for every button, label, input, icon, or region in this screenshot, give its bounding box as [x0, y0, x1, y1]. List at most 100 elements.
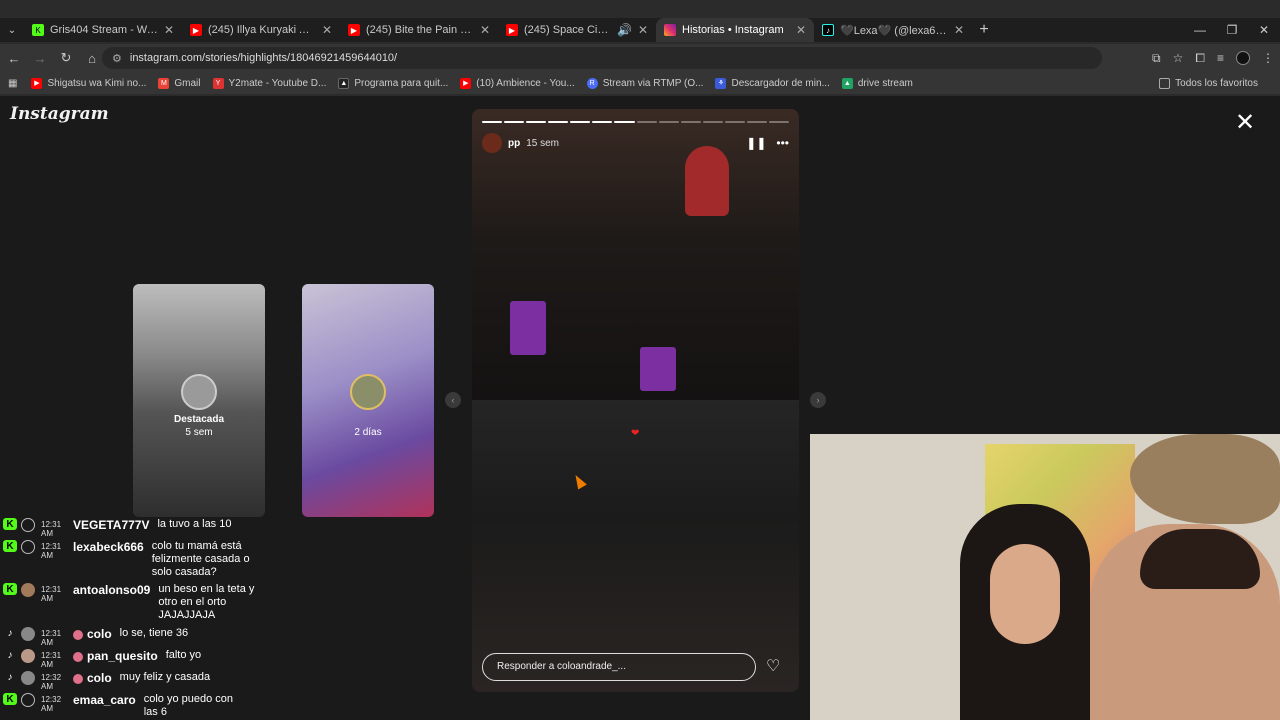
- reload-icon[interactable]: ↻: [54, 50, 78, 66]
- tab-search-chevron-icon[interactable]: ⌄: [0, 25, 24, 36]
- youtube-icon: ▶: [190, 24, 202, 36]
- progress-segment: [702, 121, 723, 123]
- chat-username: emaa_caro: [73, 693, 136, 707]
- bookmark-item[interactable]: Y Y2mate - Youtube D...: [212, 77, 327, 89]
- media-control-icon[interactable]: ≡: [1217, 51, 1224, 65]
- extensions-icon[interactable]: ⧠: [1195, 51, 1205, 66]
- chat-time: 12:31 AM: [41, 629, 62, 647]
- tab-instagram[interactable]: Historias • Instagram ✕: [656, 18, 814, 42]
- highlight-thumbnail-destacada[interactable]: Destacada 5 sem: [133, 284, 265, 517]
- close-tab-icon[interactable]: ✕: [638, 23, 648, 37]
- tab-youtube-space-city[interactable]: ▶ (245) Space City - Cosmic I 🔊 ✕: [498, 18, 656, 42]
- reply-input[interactable]: Responder a coloandrade_...: [482, 653, 756, 681]
- tab-youtube-illya[interactable]: ▶ (245) Illya Kuryaki And The Valdi ✕: [182, 18, 340, 42]
- tab-title: Historias • Instagram: [682, 24, 784, 36]
- bookmark-label: Y2mate - Youtube D...: [228, 77, 327, 89]
- browser-chrome: ⌄ K Gris404 Stream - Watch Live on ✕ ▶ (…: [0, 0, 1280, 96]
- story-username[interactable]: pp: [508, 138, 520, 149]
- tab-tiktok[interactable]: ♪ 🖤Lexa🖤 (@lexa666_) | TikTok ✕: [814, 18, 972, 42]
- tab-title: 🖤Lexa🖤 (@lexa666_) | TikTok: [840, 24, 948, 37]
- youtube-icon: ▶: [31, 77, 43, 89]
- tab-title: (245) Space City - Cosmic I: [524, 24, 611, 36]
- progress-segment: [482, 121, 503, 123]
- next-story-arrow-icon[interactable]: ›: [810, 392, 826, 408]
- minimize-icon[interactable]: —: [1184, 18, 1216, 42]
- back-arrow-icon[interactable]: ←: [2, 51, 26, 66]
- bookmark-item[interactable]: ⚘ Descargador de min...: [715, 77, 830, 89]
- youtube-icon: ▶: [460, 77, 472, 89]
- like-heart-icon[interactable]: ♡: [766, 656, 780, 676]
- bookmark-item[interactable]: M Gmail: [158, 77, 201, 89]
- tiktok-icon: ♪: [7, 627, 13, 639]
- close-tab-icon[interactable]: ✕: [480, 23, 490, 37]
- tab-kick-stream[interactable]: K Gris404 Stream - Watch Live on ✕: [24, 18, 182, 42]
- bookmark-item[interactable]: ▶ Shigatsu wa Kimi no...: [31, 77, 147, 89]
- speaker-icon[interactable]: 🔊: [617, 23, 632, 37]
- maximize-icon[interactable]: ❐: [1216, 18, 1248, 42]
- triangle-logo-icon: ▲: [338, 77, 350, 89]
- close-stories-icon[interactable]: ✕: [1235, 108, 1255, 137]
- folder-icon: [1159, 77, 1171, 89]
- heart-sticker-icon: ❤: [631, 428, 640, 439]
- install-app-icon[interactable]: ⧉: [1152, 51, 1161, 66]
- toolbar-actions: ⧉ ☆ ⧠ ≡ ⋮: [1152, 44, 1274, 72]
- kick-icon: K: [32, 24, 44, 36]
- y2mate-icon: Y: [212, 77, 224, 89]
- window-controls: — ❐ ✕: [1184, 18, 1280, 42]
- progress-segment: [724, 121, 745, 123]
- progress-segment: [548, 121, 569, 123]
- close-tab-icon[interactable]: ✕: [164, 23, 174, 37]
- chat-message: K 12:31 AM VEGETA777V la tuvo a las 10: [0, 518, 307, 538]
- bookmark-label: drive stream: [857, 77, 913, 89]
- highlight-thumbnail-2[interactable]: 2 días: [302, 284, 434, 517]
- apps-grid-icon[interactable]: ▦: [8, 78, 17, 89]
- instagram-logo[interactable]: Instagram: [10, 104, 109, 124]
- bookmark-item[interactable]: R Stream via RTMP (O...: [586, 77, 704, 89]
- all-bookmarks-folder[interactable]: Todos los favoritos: [1159, 77, 1258, 89]
- kick-icon: K: [3, 693, 17, 705]
- progress-segment: [680, 121, 701, 123]
- chat-text: muy feliz y casada: [119, 671, 211, 683]
- site-info-icon[interactable]: ⚙: [112, 52, 122, 65]
- close-tab-icon[interactable]: ✕: [322, 23, 332, 37]
- bookmark-item[interactable]: ▲ drive stream: [841, 77, 913, 89]
- purple-cup: [640, 347, 676, 391]
- close-tab-icon[interactable]: ✕: [954, 23, 964, 37]
- more-options-icon[interactable]: •••: [776, 136, 789, 150]
- bookmark-label: (10) Ambience - You...: [476, 77, 575, 89]
- progress-segment: [769, 121, 790, 123]
- story-user-avatar[interactable]: [482, 133, 502, 153]
- face-left: [990, 544, 1060, 644]
- chat-time: 12:31 AM: [41, 542, 62, 560]
- bookmark-label: Shigatsu wa Kimi no...: [47, 77, 147, 89]
- bookmark-item[interactable]: ▲ Programa para quit...: [338, 77, 448, 89]
- purple-cup: [510, 301, 546, 355]
- restream-icon: R: [586, 77, 598, 89]
- menu-kebab-icon[interactable]: ⋮: [1262, 51, 1274, 65]
- tab-youtube-bite[interactable]: ▶ (245) Bite the Pain - YouTube ✕: [340, 18, 498, 42]
- new-tab-button[interactable]: +: [972, 21, 996, 39]
- bookmark-item[interactable]: ▶ (10) Ambience - You...: [460, 77, 575, 89]
- highlight-age: 2 días: [354, 427, 382, 438]
- hair-right: [1140, 529, 1260, 589]
- chat-message: K 12:31 AM antoalonso09 un beso en la te…: [0, 583, 262, 622]
- close-window-icon[interactable]: ✕: [1248, 18, 1280, 42]
- user-avatar: [21, 671, 35, 685]
- close-tab-icon[interactable]: ✕: [796, 23, 806, 37]
- badge-icon: [73, 673, 83, 684]
- bookmark-star-icon[interactable]: ☆: [1173, 51, 1184, 65]
- forward-arrow-icon[interactable]: →: [28, 51, 52, 66]
- chat-username: antoalonso09: [73, 583, 151, 597]
- red-hair: [685, 146, 729, 216]
- address-bar[interactable]: ⚙ instagram.com/stories/highlights/18046…: [102, 47, 1102, 69]
- story-viewer[interactable]: ❤ pp 15 sem ❚❚ ••• Responder a coloandra…: [472, 109, 799, 692]
- home-icon[interactable]: ⌂: [80, 51, 104, 66]
- previous-story-arrow-icon[interactable]: ‹: [445, 392, 461, 408]
- bookmark-label: Stream via RTMP (O...: [602, 77, 704, 89]
- chat-time: 12:32 AM: [41, 695, 62, 713]
- gmail-icon: M: [158, 77, 170, 89]
- chat-username: pan_quesito: [73, 649, 158, 669]
- profile-avatar[interactable]: [1236, 51, 1250, 65]
- pause-icon[interactable]: ❚❚: [746, 136, 766, 150]
- tab-strip: ⌄ K Gris404 Stream - Watch Live on ✕ ▶ (…: [0, 18, 1280, 42]
